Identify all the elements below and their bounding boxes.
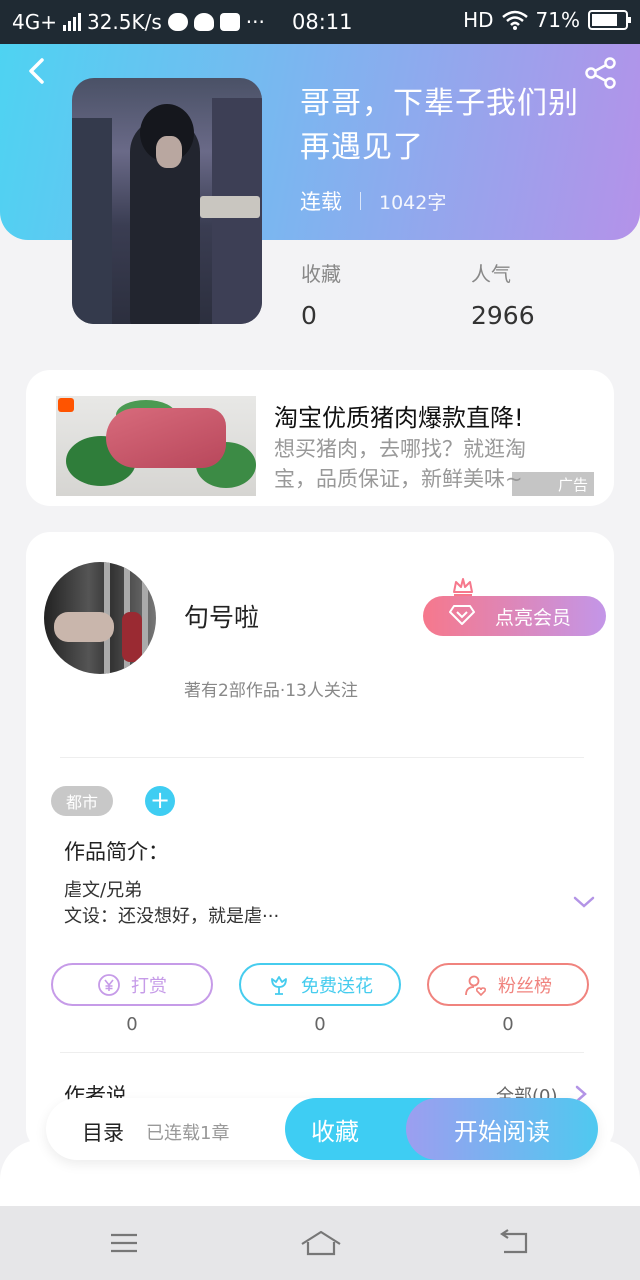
mail-icon: [219, 13, 240, 31]
vip-button[interactable]: 点亮会员: [423, 596, 606, 636]
yuan-icon: [98, 973, 120, 996]
stat-label: 人气: [471, 262, 511, 286]
stat-favorites: 收藏 0: [301, 258, 341, 330]
reward-label: 打赏: [131, 975, 167, 997]
word-count: 1042字: [379, 191, 447, 214]
book-title: 哥哥，下辈子我们别再遇见了: [300, 86, 579, 165]
flower-icon: [271, 975, 287, 995]
fan-ranking-label: 粉丝榜: [498, 975, 552, 997]
diamond-icon: [449, 605, 475, 625]
start-reading-label: 开始阅读: [454, 1117, 550, 1146]
back-icon[interactable]: [22, 56, 52, 86]
start-reading-button[interactable]: 开始阅读: [406, 1098, 598, 1160]
send-flower-label: 免费送花: [301, 975, 373, 997]
chevron-down-icon[interactable]: [572, 894, 596, 910]
status-bar: 4G+ 32.5K/s ··· 08:11 HD 71%: [0, 0, 640, 44]
book-meta: 连载 1042字: [300, 186, 446, 216]
reward-button[interactable]: 打赏: [51, 963, 213, 1006]
vip-button-label: 点亮会员: [495, 606, 572, 629]
flower-count: 0: [314, 1014, 326, 1035]
genre-tag[interactable]: 都市: [51, 786, 113, 816]
menu-icon[interactable]: [106, 1228, 142, 1258]
qq-icon: [193, 13, 214, 31]
stat-value: 0: [301, 301, 317, 330]
weather-icon: [167, 13, 188, 31]
wifi-icon: [501, 10, 528, 30]
send-flower-button[interactable]: 免费送花: [239, 963, 401, 1006]
ad-image: [56, 396, 256, 496]
author-name[interactable]: 句号啦: [184, 598, 259, 634]
network-speed: 32.5K/s: [86, 10, 162, 34]
favorite-label: 收藏: [311, 1117, 359, 1146]
intro-line: 虐文/兄弟: [64, 880, 143, 901]
battery-percent: 71%: [535, 8, 580, 32]
ad-label: 广告: [512, 472, 594, 496]
more-notifications: ···: [245, 10, 265, 34]
toc-button[interactable]: 目录: [82, 1117, 124, 1147]
clock: 08:11: [292, 10, 353, 34]
author-info: 著有2部作品·13人关注: [184, 681, 358, 701]
back-nav-icon[interactable]: [496, 1228, 532, 1258]
battery-icon: [588, 10, 631, 30]
chapter-count: 已连载1章: [146, 1123, 230, 1144]
author-avatar[interactable]: [44, 562, 156, 674]
stat-value: 2966: [471, 301, 535, 330]
system-nav-bar: [0, 1206, 640, 1280]
signal-icon: [62, 13, 81, 31]
stat-label: 收藏: [301, 262, 341, 286]
network-type: 4G+: [12, 10, 57, 34]
ad-title[interactable]: 淘宝优质猪肉爆款直降!: [274, 398, 524, 433]
taobao-logo-icon: [58, 398, 74, 412]
home-icon[interactable]: [300, 1228, 342, 1258]
fan-count: 0: [502, 1014, 514, 1035]
reward-count: 0: [126, 1014, 138, 1035]
intro-line: 文设：还没想好，就是虐···: [64, 906, 280, 927]
hd-indicator: HD: [463, 8, 494, 32]
divider: [60, 757, 584, 758]
divider: [60, 1052, 584, 1053]
stat-popularity: 人气 2966: [471, 258, 535, 330]
intro-text: 虐文/兄弟 文设：还没想好，就是虐···: [64, 878, 279, 930]
fan-ranking-button[interactable]: 粉丝榜: [427, 963, 589, 1006]
book-status: 连载: [300, 190, 342, 214]
crown-icon: [453, 578, 473, 596]
intro-heading: 作品简介：: [64, 840, 169, 864]
add-tag-button[interactable]: +: [145, 786, 175, 816]
book-cover[interactable]: [72, 78, 262, 324]
user-heart-icon: [465, 975, 487, 996]
meta-divider: [360, 192, 361, 210]
